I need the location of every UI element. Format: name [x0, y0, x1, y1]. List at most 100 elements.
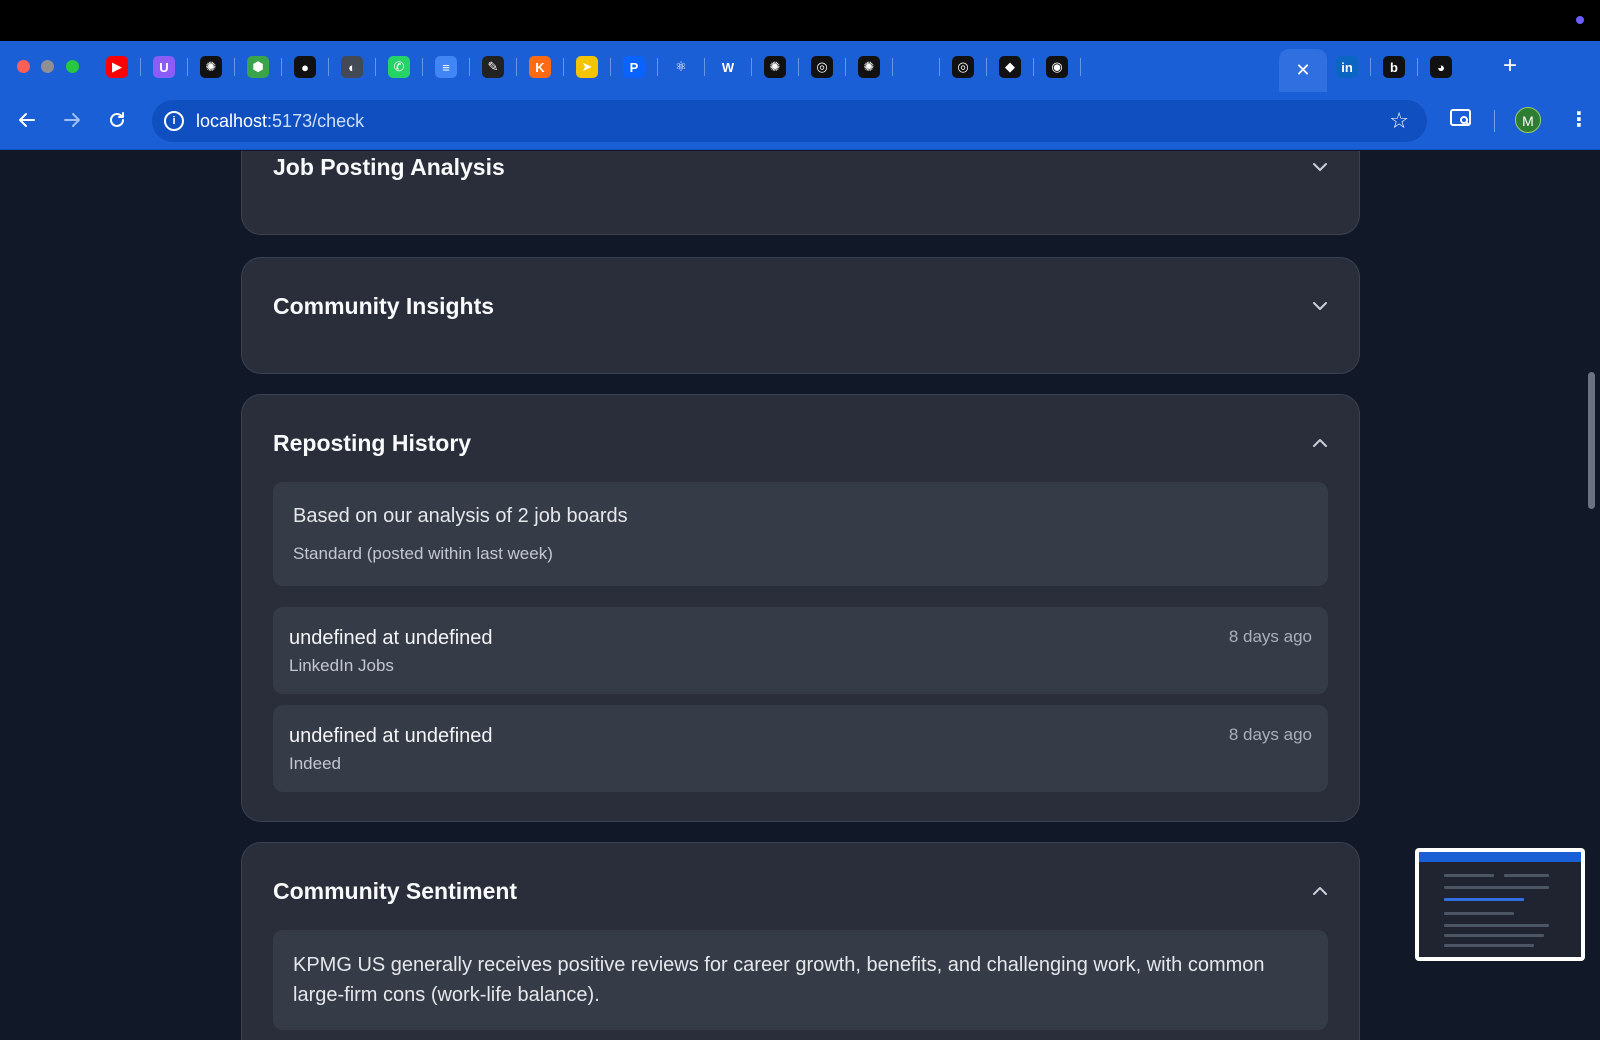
tab-separator: [1417, 58, 1418, 76]
thumbnail-toolbar: [1419, 852, 1581, 862]
url-path: :5173/check: [267, 111, 365, 131]
community-sentiment-card: Community Sentiment KPMG US generally re…: [241, 842, 1360, 1040]
screenshot-preview-thumbnail[interactable]: [1415, 848, 1585, 961]
tab-separator: [845, 58, 846, 76]
community-insights-card[interactable]: Community Insights: [241, 257, 1360, 374]
posting-item: undefined at undefined LinkedIn Jobs 8 d…: [273, 607, 1328, 694]
more-menu-icon[interactable]: ⋮: [1569, 110, 1589, 130]
section-title: Community Insights: [273, 293, 495, 319]
pinned-tabs: ▶ U ✺ ⬢ ● ◐ ✆ ≡ ✎ K ➤ P ⚛ W ✺ ◎ ✺ ◎ ◆ ◉: [106, 54, 1093, 80]
tab-hexagon-icon[interactable]: ⬢: [247, 56, 269, 78]
close-window-button[interactable]: [17, 60, 30, 73]
posting-date: 8 days ago: [1228, 725, 1312, 744]
summary-headline: Based on our analysis of 2 job boards: [293, 505, 628, 527]
tab-react-icon[interactable]: ⚛: [670, 56, 692, 78]
menu-bar: [0, 0, 1600, 41]
tab-separator: [281, 58, 282, 76]
section-title: Community Sentiment: [273, 878, 518, 904]
page-scrollbar[interactable]: [1588, 372, 1595, 509]
chevron-up-icon[interactable]: [1311, 882, 1329, 900]
tab-ai-app-2-icon[interactable]: ◎: [811, 56, 833, 78]
tab-cursor-app-icon[interactable]: ◆: [999, 56, 1021, 78]
toolbar-divider: [1494, 110, 1495, 132]
tab-separator: [704, 58, 705, 76]
maximize-window-button[interactable]: [66, 60, 79, 73]
close-tab-icon[interactable]: ✕: [1295, 60, 1310, 81]
tab-b-app-icon[interactable]: b: [1383, 56, 1405, 78]
tab-linkedin-icon[interactable]: in: [1336, 56, 1358, 78]
chevron-down-icon[interactable]: [1311, 158, 1329, 176]
sentiment-summary: KPMG US generally receives positive revi…: [273, 930, 1328, 1030]
posting-board: Indeed: [289, 754, 341, 773]
section-title: Reposting History: [273, 430, 472, 456]
tab-ai-app-3-icon[interactable]: ✺: [858, 56, 880, 78]
profile-avatar[interactable]: M: [1515, 107, 1541, 133]
tab-p-app-icon[interactable]: P: [623, 56, 645, 78]
tab-separator: [751, 58, 752, 76]
tab-blank-icon[interactable]: [905, 56, 927, 78]
status-dot: [1576, 16, 1584, 24]
posting-date: 8 days ago: [1228, 627, 1312, 646]
tab-separator: [1370, 58, 1371, 76]
tab-ai-app-4-icon[interactable]: ◎: [952, 56, 974, 78]
chevron-up-icon[interactable]: [1311, 434, 1329, 452]
site-info-icon[interactable]: i: [164, 111, 184, 131]
tab-separator: [187, 58, 188, 76]
tab-separator: [422, 58, 423, 76]
tab-globe-icon[interactable]: ◐: [341, 56, 363, 78]
tab-ai-app-1-icon[interactable]: ✺: [764, 56, 786, 78]
thumbnail-line: [1444, 924, 1549, 927]
thumbnail-line: [1444, 934, 1544, 937]
tab-separator: [892, 58, 893, 76]
forward-button[interactable]: [60, 108, 84, 132]
tab-cursor-icon[interactable]: ✎: [482, 56, 504, 78]
url-text[interactable]: localhost:5173/check: [196, 111, 364, 132]
tab-openai-icon[interactable]: ✺: [200, 56, 222, 78]
reload-icon: [110, 112, 124, 127]
posting-title: undefined at undefined: [289, 627, 493, 649]
tab-w-app-icon[interactable]: W: [717, 56, 739, 78]
tab-separator: [516, 58, 517, 76]
tab-github-icon[interactable]: ●: [294, 56, 316, 78]
minimize-window-button[interactable]: [41, 60, 54, 73]
tab-separator: [986, 58, 987, 76]
tab-separator: [939, 58, 940, 76]
posting-item: undefined at undefined Indeed 8 days ago: [273, 705, 1328, 792]
tab-k-app-icon[interactable]: K: [529, 56, 551, 78]
tab-separator: [657, 58, 658, 76]
page-content: Job Posting Analysis Community Insights …: [0, 151, 1600, 1040]
thumbnail-line: [1444, 874, 1494, 877]
thumbnail-line: [1504, 874, 1549, 877]
other-tabs: in b ◕: [1336, 56, 1464, 78]
tab-whatsapp-icon[interactable]: ✆: [388, 56, 410, 78]
back-button[interactable]: [15, 108, 39, 132]
thumbnail-line: [1444, 886, 1549, 889]
tab-ublock-icon[interactable]: U: [153, 56, 175, 78]
tab-z-app-icon[interactable]: ◕: [1430, 56, 1452, 78]
tab-docs-icon[interactable]: ≡: [435, 56, 457, 78]
tab-separator: [798, 58, 799, 76]
job-posting-analysis-card: Job Posting Analysis: [241, 151, 1360, 235]
thumbnail-line: [1444, 912, 1514, 915]
tab-chrome-app-icon[interactable]: ◉: [1046, 56, 1068, 78]
thumbnail-image: [1419, 852, 1581, 957]
tab-separator: [1080, 58, 1081, 76]
tab-youtube-icon[interactable]: ▶: [106, 56, 128, 78]
reposting-history-card: Reposting History Based on our analysis …: [241, 394, 1360, 822]
url-host: localhost: [196, 111, 268, 131]
reload-button[interactable]: [105, 108, 129, 132]
tab-separator: [610, 58, 611, 76]
tab-separator: [563, 58, 564, 76]
tab-separator: [140, 58, 141, 76]
thumbnail-line: [1444, 944, 1534, 947]
tab-search-icon[interactable]: [1449, 106, 1473, 135]
chevron-down-icon[interactable]: [1311, 297, 1329, 315]
new-tab-button[interactable]: +: [1503, 52, 1517, 80]
bookmark-star-icon[interactable]: ☆: [1389, 108, 1409, 134]
address-bar[interactable]: i localhost:5173/check ☆: [152, 100, 1427, 142]
sentiment-text: KPMG US generally receives positive revi…: [293, 954, 1265, 1006]
tab-arrow-app-icon[interactable]: ➤: [576, 56, 598, 78]
posting-board: LinkedIn Jobs: [289, 656, 394, 675]
posting-title: undefined at undefined: [289, 725, 493, 747]
active-tab[interactable]: ✕: [1279, 49, 1327, 92]
